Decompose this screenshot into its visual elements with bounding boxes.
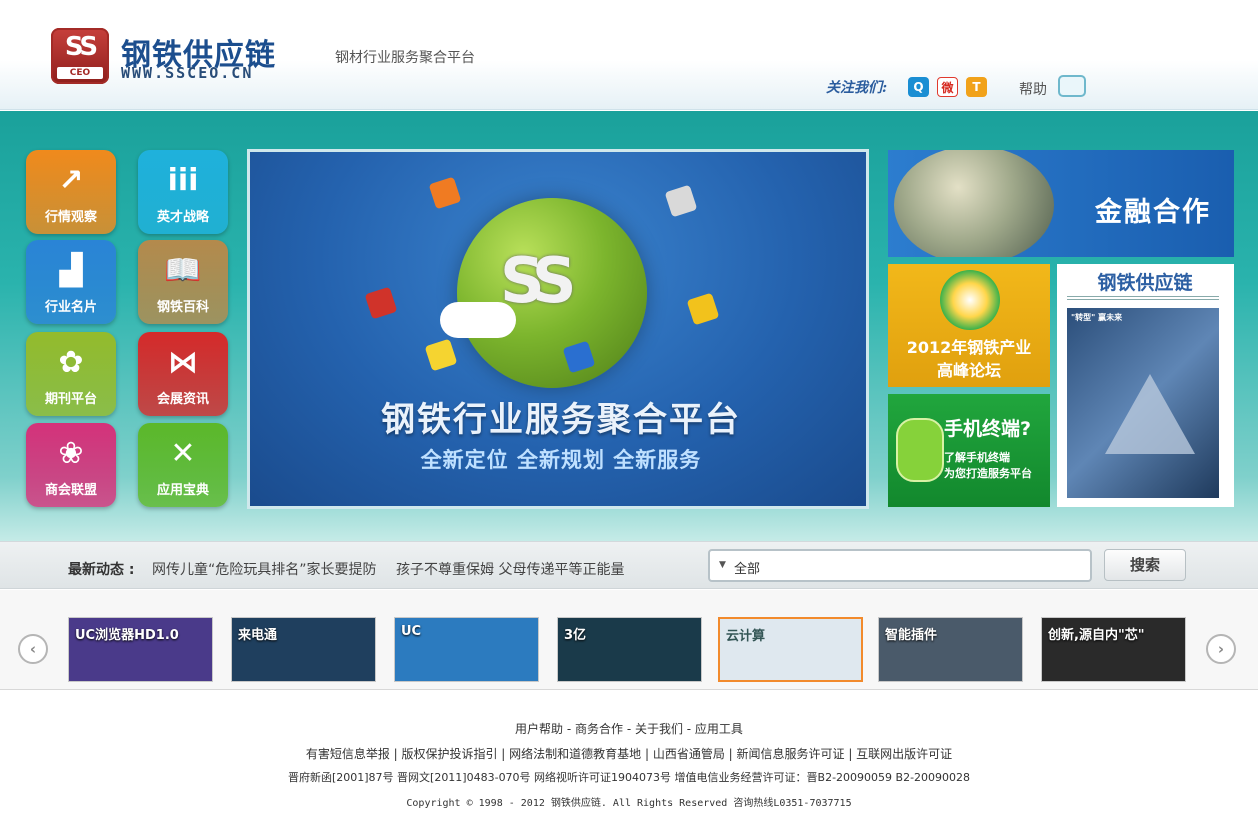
- app-thumbnail-strip: ‹ UC浏览器HD1.0 来电通 UC 3亿 云计算 智能插件 创新,源自内"芯…: [0, 590, 1258, 690]
- tools-icon: ✕: [170, 436, 196, 471]
- tile-market-watch[interactable]: ↗ 行情观察: [26, 150, 116, 234]
- people-icon: iii: [167, 163, 199, 198]
- book-icon: 📖: [164, 253, 202, 288]
- magazine-title: 钢铁供应链: [1097, 272, 1193, 294]
- search-button[interactable]: 搜索: [1104, 549, 1186, 581]
- open-book-icon: ✿: [58, 345, 84, 380]
- thumb-text: UC: [401, 624, 422, 639]
- tile-chamber-alliance[interactable]: ❀ 商会联盟: [26, 423, 116, 507]
- thumb-smart-plugin[interactable]: 智能插件: [878, 617, 1023, 682]
- latest-news-label: 最新动态 :: [68, 562, 135, 578]
- thumb-uc-hd[interactable]: UC浏览器HD1.0: [68, 617, 213, 682]
- tile-industry-cards[interactable]: ▟ 行业名片: [26, 240, 116, 324]
- mobile-terminal-ad[interactable]: 手机终端? 了解手机终端 为您打造服务平台: [888, 394, 1050, 507]
- thumb-innovation[interactable]: 创新,源自内"芯": [1041, 617, 1186, 682]
- help-sofa-icon[interactable]: [1058, 75, 1086, 97]
- qq-zone-icon[interactable]: Q: [908, 77, 929, 97]
- thumb-uc[interactable]: UC: [394, 617, 539, 682]
- banner-subtitle: 全新定位 全新规划 全新服务: [420, 448, 702, 472]
- tile-label: 行情观察: [44, 210, 97, 225]
- magazine-tag: "转型" 赢未来: [1071, 313, 1123, 322]
- bowtie-icon: ⋈: [168, 345, 198, 380]
- logo-badge-ss: SS: [64, 32, 98, 62]
- search-category-select[interactable]: ▼ 全部: [708, 549, 1092, 582]
- qq-zone-glyph: Q: [913, 80, 924, 94]
- thumb-text: 3亿: [564, 628, 587, 643]
- tile-label: 期刊平台: [44, 392, 97, 407]
- thumb-300m-users[interactable]: 3亿: [557, 617, 702, 682]
- cloud-image: [440, 302, 516, 338]
- news-item[interactable]: 孩子不尊重保姆 父母传递平等正能量: [396, 559, 624, 579]
- footer-permits: 晋府新函[2001]87号 晋网文[2011]0483-070号 网络视听许可证…: [287, 771, 971, 784]
- tile-label: 行业名片: [44, 300, 97, 315]
- sina-weibo-icon[interactable]: 微: [937, 77, 958, 97]
- hero-banner[interactable]: SS 钢铁行业服务聚合平台 全新定位 全新规划 全新服务: [247, 149, 869, 509]
- help-link[interactable]: 帮助: [1019, 79, 1047, 99]
- tile-steel-encyclopedia[interactable]: 📖 钢铁百科: [138, 240, 228, 324]
- magazine-divider: [1067, 296, 1219, 300]
- forum-logo-icon: [940, 270, 1000, 330]
- footer-links[interactable]: 用户帮助 - 商务合作 - 关于我们 - 应用工具: [0, 720, 1258, 737]
- site-header: SS CEO 钢铁供应链 WWW.SSCEO.CN 钢材行业服务聚合平台 关注我…: [0, 0, 1258, 110]
- thumb-text: 云计算: [726, 629, 766, 644]
- search-category-value: 全部: [734, 562, 761, 577]
- thumb-laidiantong[interactable]: 来电通: [231, 617, 376, 682]
- tile-label: 应用宝典: [156, 483, 209, 498]
- forum-ad-text: 2012年钢铁产业 高峰论坛: [888, 336, 1050, 382]
- forum-ad-line1: 2012年钢铁产业: [906, 338, 1032, 357]
- thumb-text: 创新,源自内"芯": [1048, 628, 1145, 643]
- tile-label: 商会联盟: [44, 483, 97, 498]
- mascot-image: [896, 418, 944, 482]
- finance-cooperation-ad[interactable]: 金融合作: [888, 150, 1234, 257]
- next-arrow-icon[interactable]: ›: [1206, 634, 1236, 664]
- thumb-text: 来电通: [238, 628, 278, 643]
- summit-forum-ad[interactable]: 2012年钢铁产业 高峰论坛: [888, 264, 1050, 387]
- footer-license-links[interactable]: 有害短信息举报 | 版权保护投诉指引 | 网络法制和道德教育基地 | 山西省通管…: [0, 745, 1258, 762]
- tile-label: 钢铁百科: [156, 300, 209, 315]
- thumb-text: 智能插件: [885, 628, 938, 643]
- banner-logo: SS: [500, 244, 577, 317]
- mobile-ad-title: 手机终端?: [944, 418, 1032, 440]
- news-item[interactable]: 网传儿童“危险玩具排名”家长要提防: [152, 559, 377, 579]
- tile-exhibition-news[interactable]: ⋈ 会展资讯: [138, 332, 228, 416]
- footer-copyright: Copyright © 1998 - 2012 钢铁供应链. All Right…: [406, 798, 852, 809]
- magazine-cover-ad[interactable]: 钢铁供应链 "转型" 赢未来: [1057, 264, 1234, 507]
- triangle-sculpture-image: [1105, 374, 1195, 454]
- orange-cube-icon: [428, 176, 462, 210]
- tile-label: 英才战略: [156, 210, 209, 225]
- forum-ad-line2: 高峰论坛: [936, 361, 1001, 380]
- red-cube-icon: [364, 286, 398, 320]
- factory-icon: ▟: [59, 253, 83, 288]
- prev-arrow-icon[interactable]: ‹: [18, 634, 48, 664]
- tile-app-collection[interactable]: ✕ 应用宝典: [138, 423, 228, 507]
- tile-talent-strategy[interactable]: iii 英才战略: [138, 150, 228, 234]
- banner-title: 钢铁行业服务聚合平台: [381, 400, 741, 440]
- site-slogan: 钢材行业服务聚合平台: [335, 50, 475, 66]
- chart-icon: ↗: [58, 163, 84, 198]
- thumb-cloud-computing[interactable]: 云计算: [718, 617, 863, 682]
- tencent-weibo-glyph: T: [972, 80, 981, 94]
- thumb-text: UC浏览器HD1.0: [75, 628, 179, 643]
- tencent-weibo-icon[interactable]: T: [966, 77, 987, 97]
- yellow-cube-icon: [686, 292, 720, 326]
- grey-cube-icon: [664, 184, 698, 218]
- tile-label: 会展资讯: [156, 392, 209, 407]
- logo-badge-ceo: CEO: [57, 67, 103, 79]
- sina-weibo-glyph: 微: [941, 81, 954, 95]
- finance-ad-text: 金融合作: [1095, 197, 1211, 228]
- yellow-small-cube-icon: [424, 338, 458, 372]
- mobile-ad-line1: 了解手机终端: [944, 451, 1010, 464]
- logo-url: WWW.SSCEO.CN: [121, 64, 254, 82]
- swirl-icon: ❀: [58, 436, 84, 471]
- follow-us-label: 关注我们:: [826, 80, 888, 96]
- mobile-ad-line2: 为您打造服务平台: [944, 467, 1032, 480]
- logo-badge[interactable]: SS CEO: [51, 28, 109, 84]
- news-bar: 最新动态 : 网传儿童“危险玩具排名”家长要提防 孩子不尊重保姆 父母传递平等正…: [0, 541, 1258, 589]
- dropdown-arrow-icon: ▼: [719, 560, 726, 570]
- money-globe-image: [894, 150, 1054, 257]
- tile-journal-platform[interactable]: ✿ 期刊平台: [26, 332, 116, 416]
